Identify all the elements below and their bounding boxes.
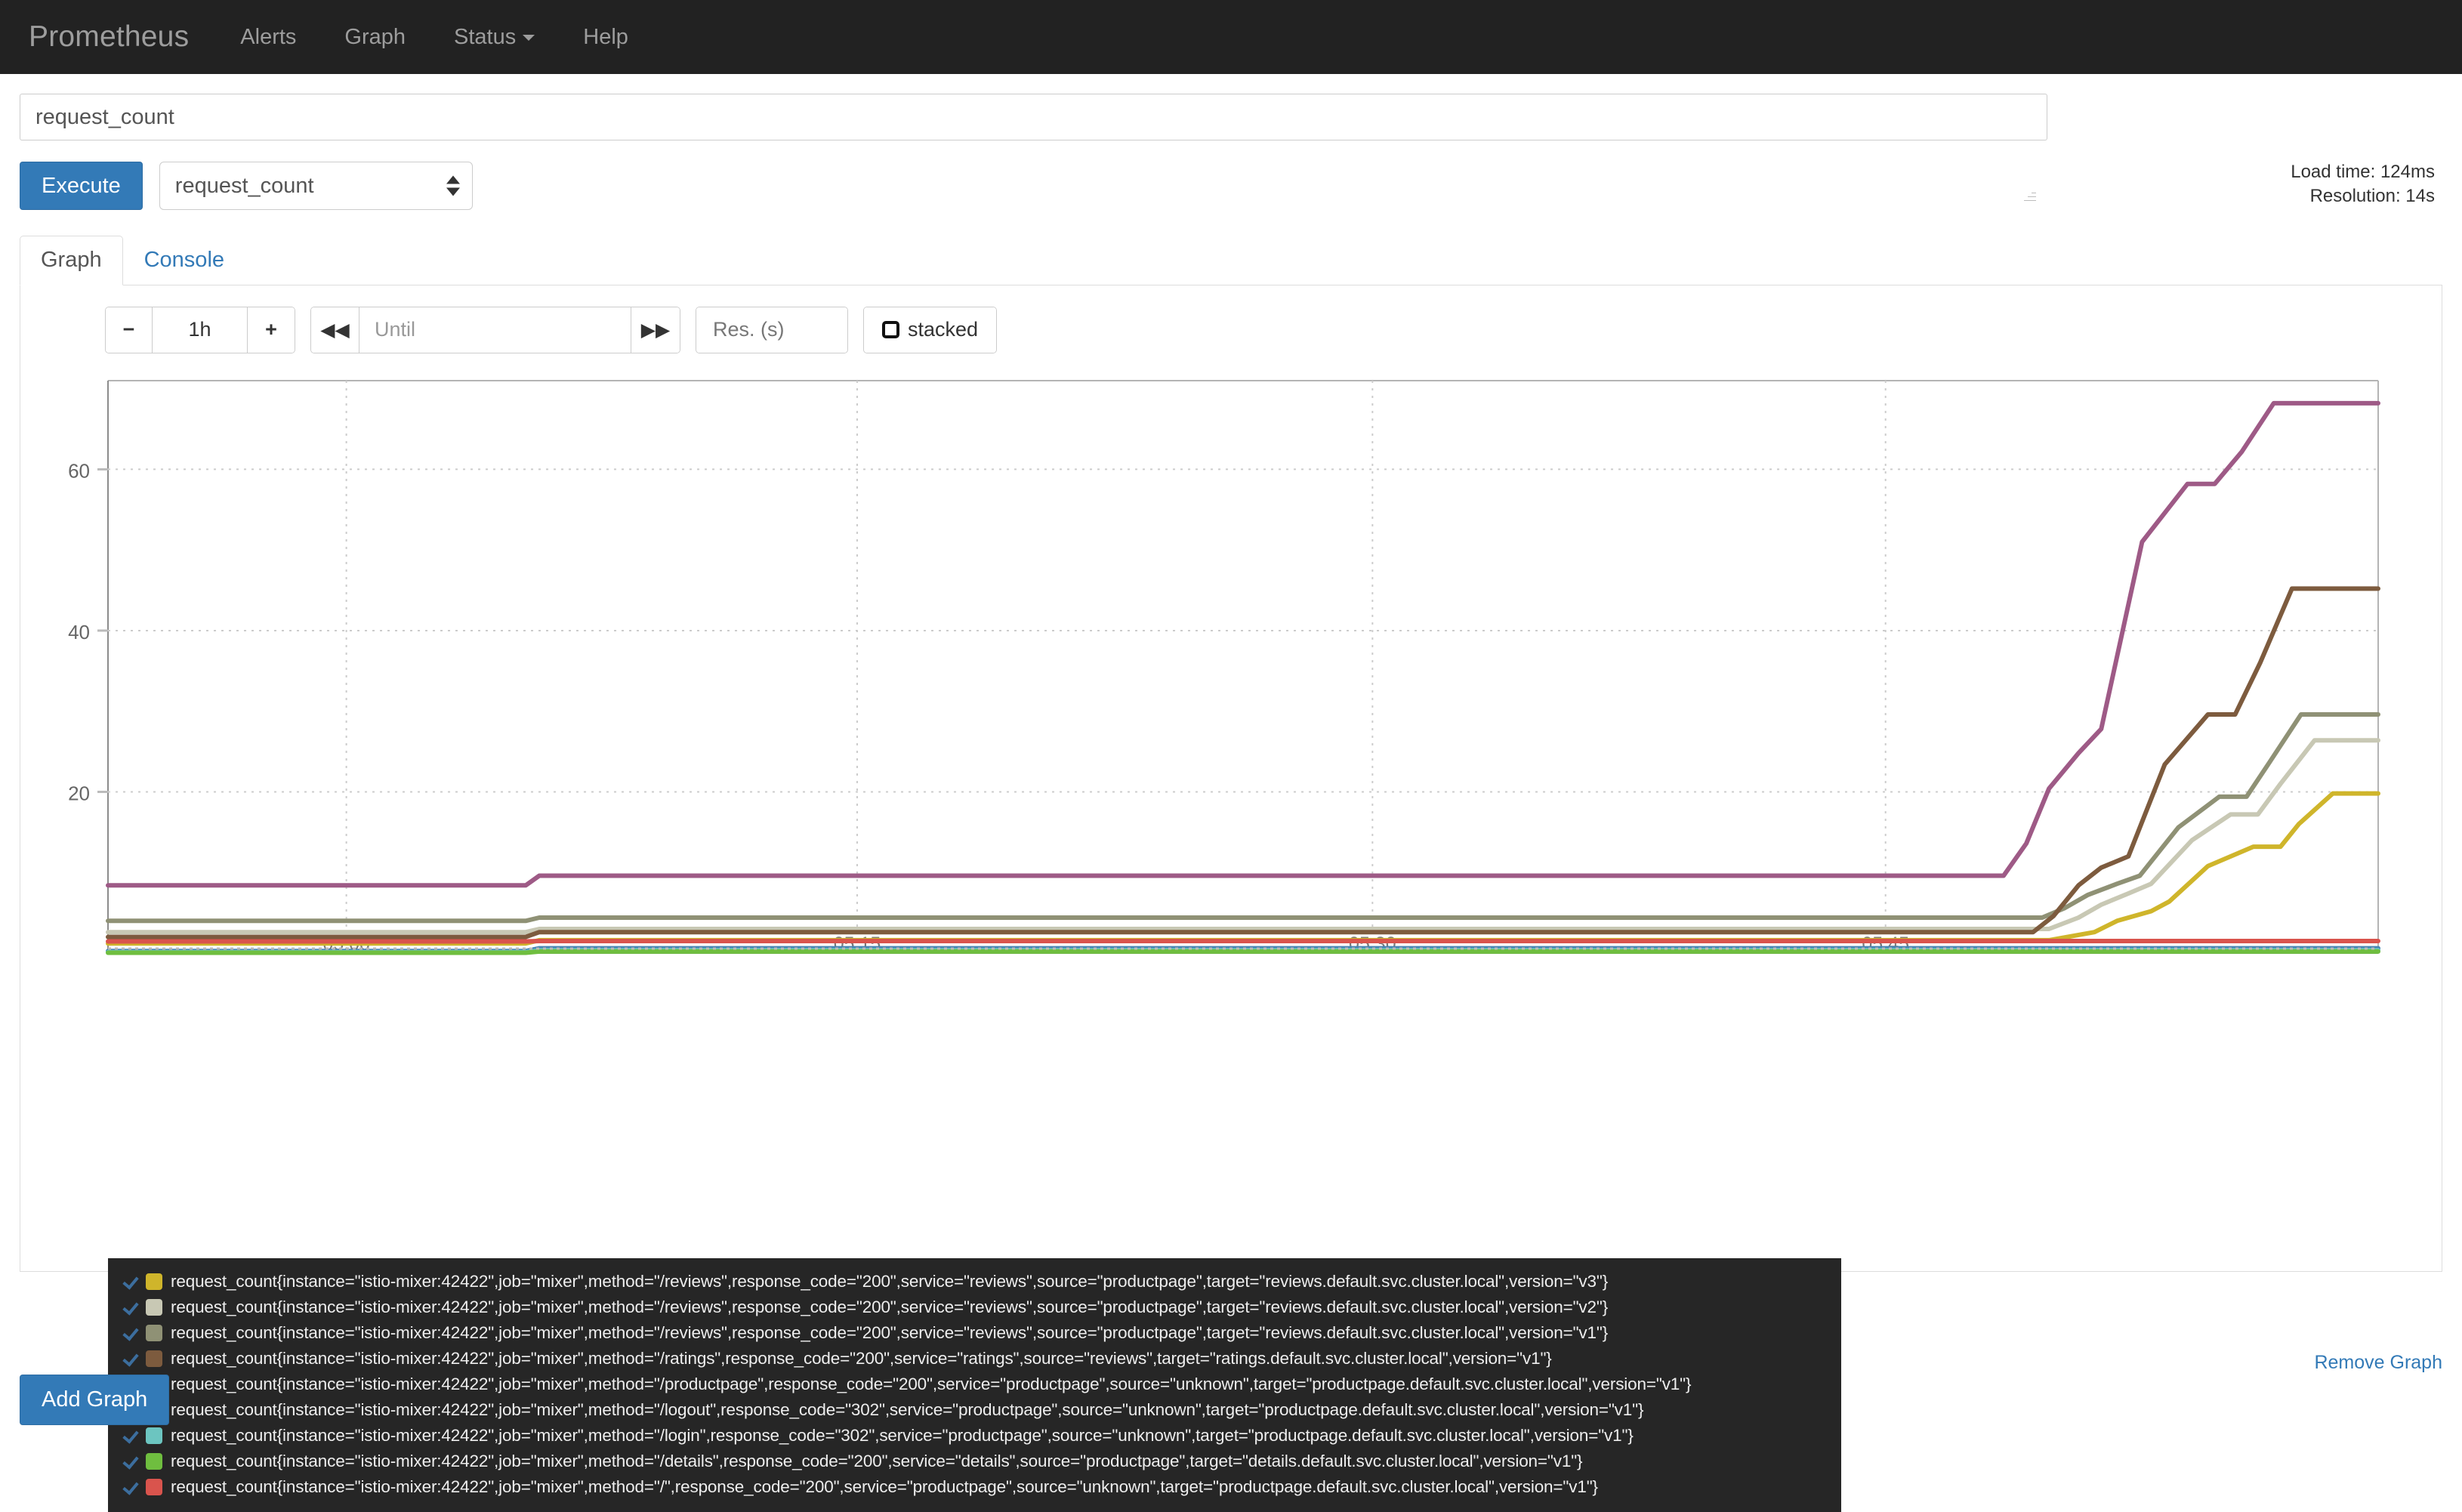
execute-button[interactable]: Execute bbox=[20, 162, 143, 211]
legend-item-label: request_count{instance="istio-mixer:4242… bbox=[171, 1374, 1692, 1393]
nav-item-status[interactable]: Status bbox=[430, 0, 559, 74]
top-navbar: Prometheus Alerts Graph Status Help bbox=[0, 0, 2462, 74]
check-icon[interactable] bbox=[122, 1478, 141, 1496]
query-stats: Load time: 124ms Resolution: 14s bbox=[2291, 160, 2435, 209]
nav-item-alerts-label: Alerts bbox=[240, 25, 297, 49]
series-color-swatch bbox=[146, 1452, 162, 1470]
series-color-swatch bbox=[146, 1273, 162, 1290]
resolution-group: Res. (s) bbox=[696, 306, 848, 353]
metric-select-dropdown[interactable]: request_count bbox=[159, 162, 473, 210]
legend-item-label: request_count{instance="istio-mixer:4242… bbox=[171, 1297, 1609, 1316]
check-icon[interactable] bbox=[122, 1324, 141, 1342]
nav-item-alerts[interactable]: Alerts bbox=[216, 0, 320, 74]
nav-item-graph[interactable]: Graph bbox=[320, 0, 430, 74]
check-icon[interactable] bbox=[122, 1452, 141, 1470]
timeseries-chart-svg[interactable]: 20406005:00 05:15 05:30 05:45 bbox=[20, 379, 2387, 983]
svg-text:60: 60 bbox=[68, 459, 90, 482]
nav-item-graph-label: Graph bbox=[344, 25, 406, 49]
range-decrease-button[interactable]: − bbox=[106, 307, 153, 353]
series-color-swatch bbox=[146, 1350, 162, 1367]
stacked-toggle[interactable]: stacked bbox=[864, 307, 997, 353]
remove-graph-link[interactable]: Remove Graph bbox=[2314, 1352, 2442, 1374]
range-value[interactable]: 1h bbox=[153, 307, 248, 353]
resolution-input[interactable]: Res. (s) bbox=[696, 307, 847, 353]
legend-item[interactable]: request_count{instance="istio-mixer:4242… bbox=[108, 1449, 1841, 1474]
step-backward-icon[interactable]: ◀◀ bbox=[311, 307, 359, 353]
query-expression-input[interactable]: request_count bbox=[20, 94, 2047, 140]
load-time-text: Load time: 124ms bbox=[2291, 162, 2435, 182]
legend-item-label: request_count{instance="istio-mixer:4242… bbox=[171, 1322, 1609, 1342]
check-icon[interactable] bbox=[122, 1427, 141, 1445]
updown-spinner-icon bbox=[446, 175, 460, 196]
legend-item-label: request_count{instance="istio-mixer:4242… bbox=[171, 1399, 1644, 1419]
view-tabs: Graph Console bbox=[20, 236, 2442, 285]
legend-item[interactable]: request_count{instance="istio-mixer:4242… bbox=[108, 1397, 1841, 1423]
check-icon[interactable] bbox=[122, 1298, 141, 1316]
stacked-group: stacked bbox=[863, 306, 998, 353]
check-icon[interactable] bbox=[122, 1350, 141, 1368]
svg-text:40: 40 bbox=[68, 621, 90, 643]
page-body: Load time: 124ms Resolution: 14s request… bbox=[0, 74, 2462, 1512]
legend-item[interactable]: request_count{instance="istio-mixer:4242… bbox=[108, 1294, 1841, 1320]
stacked-label: stacked bbox=[908, 318, 979, 341]
tab-graph-label: Graph bbox=[41, 248, 102, 273]
brand-logo[interactable]: Prometheus bbox=[23, 20, 216, 54]
nav-item-help[interactable]: Help bbox=[559, 0, 653, 74]
add-graph-button[interactable]: Add Graph bbox=[20, 1375, 170, 1425]
check-icon[interactable] bbox=[122, 1273, 141, 1291]
series-color-swatch bbox=[146, 1427, 162, 1444]
graph-panel: − 1h + ◀◀ Until ▶▶ Res. (s) stacked 20 4… bbox=[20, 285, 2442, 1512]
graph-plot[interactable]: 20 40 60 05:00 05:15 05:30 05:45 bbox=[20, 379, 2387, 983]
checkbox-icon[interactable] bbox=[882, 321, 899, 339]
legend-item-label: request_count{instance="istio-mixer:4242… bbox=[171, 1271, 1609, 1291]
legend-item[interactable]: request_count{instance="istio-mixer:4242… bbox=[108, 1269, 1841, 1294]
series-color-swatch bbox=[146, 1298, 162, 1316]
series-color-swatch bbox=[146, 1324, 162, 1341]
nav-item-help-label: Help bbox=[583, 25, 628, 49]
resolution-text: Resolution: 14s bbox=[2309, 186, 2435, 207]
step-forward-icon[interactable]: ▶▶ bbox=[631, 307, 680, 353]
legend-item-label: request_count{instance="istio-mixer:4242… bbox=[171, 1425, 1634, 1445]
legend-item[interactable]: request_count{instance="istio-mixer:4242… bbox=[108, 1346, 1841, 1372]
graph-controls-toolbar: − 1h + ◀◀ Until ▶▶ Res. (s) stacked bbox=[20, 306, 2442, 353]
time-navigation-group: ◀◀ Until ▶▶ bbox=[310, 306, 680, 353]
legend-item-label: request_count{instance="istio-mixer:4242… bbox=[171, 1451, 1583, 1470]
tab-console[interactable]: Console bbox=[123, 236, 245, 285]
metric-select-value: request_count bbox=[174, 173, 314, 198]
legend-item[interactable]: request_count{instance="istio-mixer:4242… bbox=[108, 1320, 1841, 1346]
legend-item-label: request_count{instance="istio-mixer:4242… bbox=[171, 1348, 1552, 1368]
range-increase-button[interactable]: + bbox=[248, 307, 295, 353]
legend-item[interactable]: request_count{instance="istio-mixer:4242… bbox=[108, 1423, 1841, 1449]
nav-item-status-label: Status bbox=[454, 25, 517, 49]
range-control-group: − 1h + bbox=[105, 306, 295, 353]
end-time-input[interactable]: Until bbox=[359, 307, 631, 353]
chevron-down-icon bbox=[523, 35, 535, 42]
legend-item-label: request_count{instance="istio-mixer:4242… bbox=[171, 1477, 1598, 1496]
query-section: request_count bbox=[20, 74, 2442, 140]
tab-console-label: Console bbox=[143, 248, 225, 273]
svg-text:20: 20 bbox=[68, 782, 90, 804]
legend-item[interactable]: request_count{instance="istio-mixer:4242… bbox=[108, 1372, 1841, 1397]
tab-graph[interactable]: Graph bbox=[20, 236, 123, 285]
series-legend: request_count{instance="istio-mixer:4242… bbox=[108, 1257, 1841, 1512]
legend-item[interactable]: request_count{instance="istio-mixer:4242… bbox=[108, 1474, 1841, 1500]
series-color-swatch bbox=[146, 1478, 162, 1495]
execute-row: Execute request_count bbox=[20, 162, 2442, 211]
